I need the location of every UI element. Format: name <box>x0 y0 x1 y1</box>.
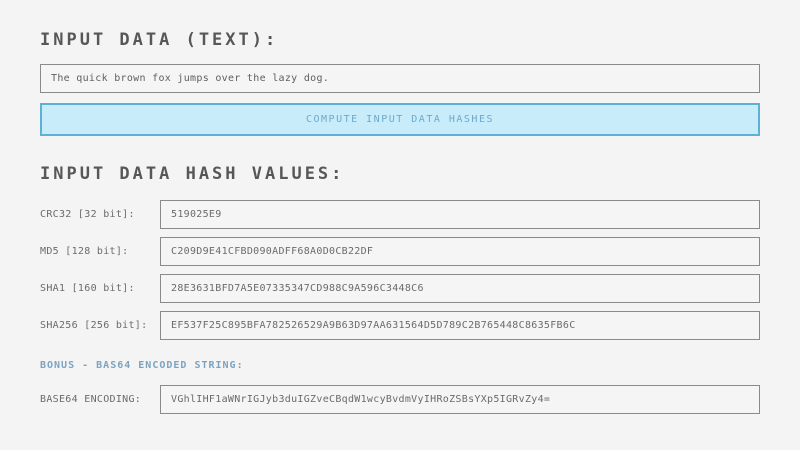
md5-value-field[interactable] <box>160 237 760 266</box>
input-data-heading: INPUT DATA (TEXT): <box>40 30 760 50</box>
base64-row: BASE64 ENCODING: <box>40 385 760 414</box>
crc32-row: CRC32 [32 bit]: <box>40 200 760 229</box>
sha1-label: SHA1 [160 bit]: <box>40 283 160 294</box>
bonus-base64-heading: BONUS - BAS64 ENCODED STRING: <box>40 360 760 371</box>
crc32-value-field[interactable] <box>160 200 760 229</box>
sha256-row: SHA256 [256 bit]: <box>40 311 760 340</box>
sha1-value-field[interactable] <box>160 274 760 303</box>
md5-row: MD5 [128 bit]: <box>40 237 760 266</box>
page-root: INPUT DATA (TEXT): COMPUTE INPUT DATA HA… <box>0 30 800 414</box>
hash-values-heading: INPUT DATA HASH VALUES: <box>40 164 760 184</box>
base64-value-field[interactable] <box>160 385 760 414</box>
sha256-label: SHA256 [256 bit]: <box>40 320 160 331</box>
base64-label: BASE64 ENCODING: <box>40 394 160 405</box>
compute-hashes-button[interactable]: COMPUTE INPUT DATA HASHES <box>40 103 760 136</box>
input-data-field[interactable] <box>40 64 760 93</box>
sha256-value-field[interactable] <box>160 311 760 340</box>
hash-rows: CRC32 [32 bit]: MD5 [128 bit]: SHA1 [160… <box>40 200 760 340</box>
crc32-label: CRC32 [32 bit]: <box>40 209 160 220</box>
sha1-row: SHA1 [160 bit]: <box>40 274 760 303</box>
md5-label: MD5 [128 bit]: <box>40 246 160 257</box>
